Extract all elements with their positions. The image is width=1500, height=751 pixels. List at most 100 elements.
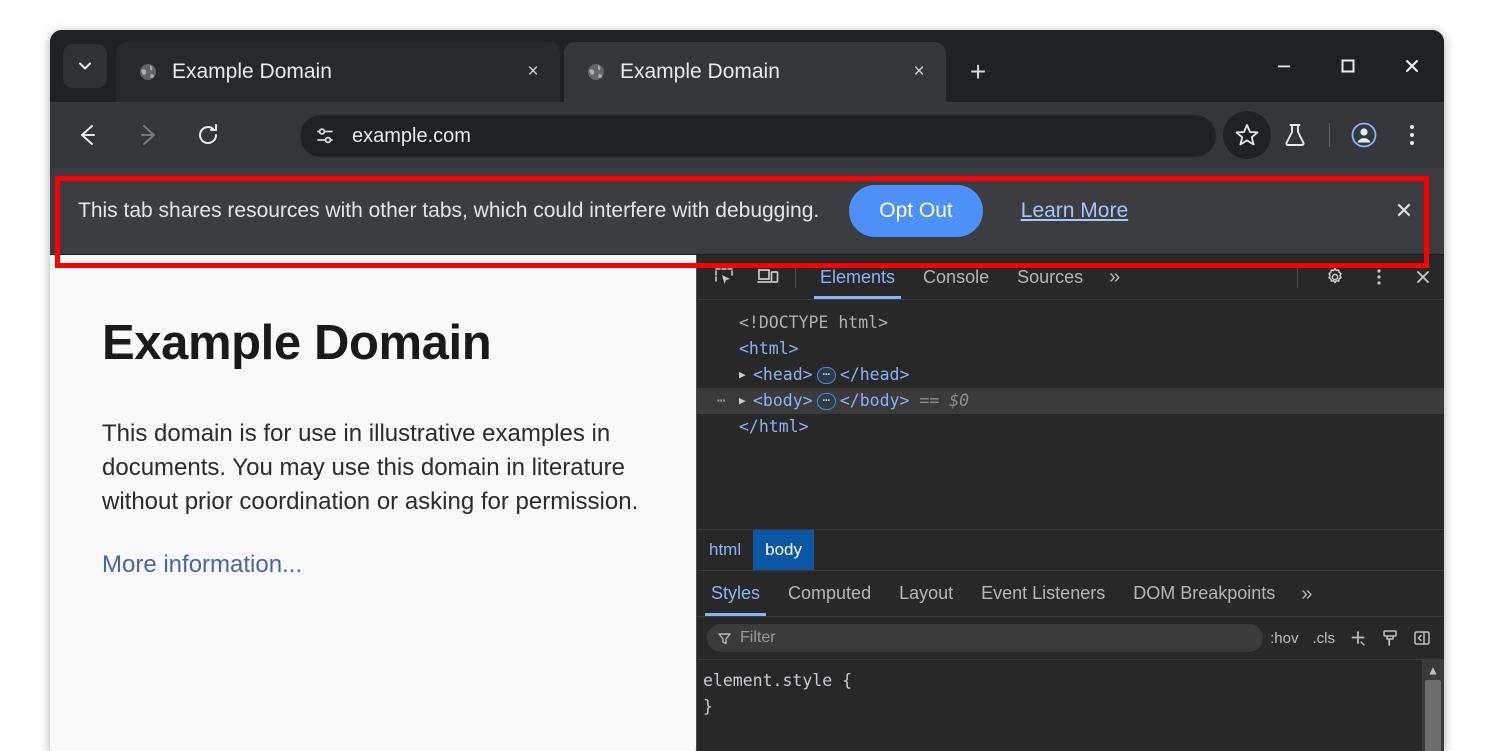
new-tab-button[interactable]: + bbox=[958, 52, 998, 92]
dom-row[interactable]: <!DOCTYPE html> bbox=[697, 310, 1444, 336]
opt-out-button[interactable]: Opt Out bbox=[849, 185, 983, 237]
dom-row-open-tag: <head> bbox=[753, 362, 813, 388]
element-classes-button[interactable] bbox=[1374, 624, 1406, 652]
computed-sidebar-toggle-button[interactable] bbox=[1406, 624, 1438, 652]
page-viewport: Example Domain This domain is for use in… bbox=[50, 255, 696, 751]
device-toolbar-button[interactable] bbox=[751, 262, 785, 292]
tab-item-1[interactable]: Example Domain × bbox=[116, 42, 560, 102]
toolbar-actions bbox=[1223, 102, 1436, 168]
globe-icon bbox=[586, 62, 606, 82]
cls-button[interactable]: .cls bbox=[1306, 624, 1343, 652]
breadcrumb: html body bbox=[697, 529, 1444, 570]
styles-filter-input[interactable]: Filter bbox=[707, 624, 1263, 652]
gear-icon bbox=[1325, 267, 1345, 287]
devtools-close-button[interactable] bbox=[1406, 262, 1440, 292]
dom-row[interactable]: <html> bbox=[697, 336, 1444, 362]
forward-button[interactable] bbox=[126, 113, 170, 157]
profile-button[interactable] bbox=[1340, 111, 1388, 159]
account-icon bbox=[1350, 121, 1378, 149]
learn-more-link[interactable]: Learn More bbox=[1021, 199, 1128, 223]
infobar-message: This tab shares resources with other tab… bbox=[78, 199, 819, 223]
expand-arrow-icon[interactable]: ▶ bbox=[739, 388, 753, 414]
three-dot-icon bbox=[1376, 267, 1382, 287]
dom-row-gutter[interactable]: ⋯ bbox=[717, 388, 739, 414]
devtools-tab-label: Sources bbox=[1017, 267, 1083, 287]
bookmark-button[interactable] bbox=[1223, 111, 1271, 159]
tab-close-button[interactable]: × bbox=[520, 59, 546, 85]
expand-ellipsis-badge[interactable]: ⋯ bbox=[817, 367, 836, 384]
expand-arrow-icon[interactable]: ▶ bbox=[739, 362, 753, 388]
devtools-tab-label: Elements bbox=[820, 267, 895, 287]
styles-filter-placeholder: Filter bbox=[740, 629, 776, 647]
chevron-down-icon bbox=[75, 56, 95, 76]
devtools-toolbar: Elements Console Sources » bbox=[697, 255, 1444, 300]
devtools-more-tabs-button[interactable]: » bbox=[1097, 255, 1132, 299]
dom-row[interactable]: </html> bbox=[697, 414, 1444, 440]
tab-styles[interactable]: Styles bbox=[697, 571, 774, 616]
tab-label: Styles bbox=[711, 583, 760, 603]
dom-row-head[interactable]: ▶ <head> ⋯ </head> bbox=[697, 362, 1444, 388]
plus-icon: + bbox=[970, 56, 986, 88]
devtools-infobar: This tab shares resources with other tab… bbox=[50, 168, 1444, 255]
screenshot-root: Example Domain × Example Domain × + bbox=[0, 0, 1500, 751]
page-title: Example Domain bbox=[102, 315, 696, 371]
devtools-tab-sources[interactable]: Sources bbox=[1003, 255, 1097, 299]
breadcrumb-item-html[interactable]: html bbox=[697, 530, 753, 570]
dom-row-open-tag: <body> bbox=[753, 388, 813, 414]
star-icon bbox=[1234, 122, 1260, 148]
tab-label: Event Listeners bbox=[981, 583, 1105, 603]
browser-window: Example Domain × Example Domain × + bbox=[50, 30, 1444, 751]
infobar-close-button[interactable]: ✕ bbox=[1388, 195, 1420, 227]
devtools-tab-label: Console bbox=[923, 267, 989, 287]
tab-layout[interactable]: Layout bbox=[885, 571, 967, 616]
address-bar-url: example.com bbox=[352, 125, 471, 148]
tab-item-2[interactable]: Example Domain × bbox=[564, 42, 946, 102]
new-style-rule-button[interactable] bbox=[1342, 624, 1374, 652]
sidebar-more-tabs-button[interactable]: » bbox=[1289, 572, 1324, 616]
close-window-button[interactable] bbox=[1380, 30, 1444, 102]
globe-icon bbox=[138, 62, 158, 82]
tab-search-button[interactable] bbox=[63, 44, 107, 88]
tab-label: Layout bbox=[899, 583, 953, 603]
styles-filter-bar: Filter :hov .cls bbox=[697, 616, 1444, 659]
devtools-toolbar-divider bbox=[795, 266, 796, 288]
style-rule-selector[interactable]: element.style { bbox=[703, 668, 1444, 694]
tab-label: DOM Breakpoints bbox=[1133, 583, 1275, 603]
styles-sidebar-tabs: Styles Computed Layout Event Listeners D… bbox=[697, 570, 1444, 616]
more-information-link[interactable]: More information... bbox=[102, 551, 302, 579]
styles-scrollbar[interactable]: ▲ bbox=[1422, 660, 1444, 751]
dom-row-text: <html> bbox=[739, 336, 799, 362]
labs-button[interactable] bbox=[1271, 111, 1319, 159]
scroll-up-arrow-icon[interactable]: ▲ bbox=[1429, 663, 1436, 677]
breadcrumb-item-body[interactable]: body bbox=[753, 530, 814, 570]
devtools-panel: Elements Console Sources » bbox=[696, 255, 1444, 751]
hov-button[interactable]: :hov bbox=[1263, 624, 1305, 652]
content-split: Example Domain This domain is for use in… bbox=[50, 255, 1444, 751]
maximize-button[interactable] bbox=[1316, 30, 1380, 102]
inspect-element-button[interactable] bbox=[707, 262, 741, 292]
tab-label: Computed bbox=[788, 583, 871, 603]
tune-icon[interactable] bbox=[312, 123, 338, 149]
browser-toolbar: example.com bbox=[50, 102, 1444, 168]
devtools-tab-console[interactable]: Console bbox=[909, 255, 1003, 299]
styles-pane[interactable]: element.style { } ▲ bbox=[697, 659, 1444, 751]
tab-dom-breakpoints[interactable]: DOM Breakpoints bbox=[1119, 571, 1289, 616]
tab-computed[interactable]: Computed bbox=[774, 571, 885, 616]
dom-row-body[interactable]: ⋯ ▶ <body> ⋯ </body> == $0 bbox=[697, 388, 1444, 414]
minimize-button[interactable] bbox=[1252, 30, 1316, 102]
devtools-tab-elements[interactable]: Elements bbox=[806, 255, 909, 299]
devtools-settings-button[interactable] bbox=[1318, 262, 1352, 292]
devtools-menu-button[interactable] bbox=[1362, 262, 1396, 292]
reload-button[interactable] bbox=[186, 113, 230, 157]
filter-funnel-icon bbox=[717, 631, 732, 646]
tab-close-button[interactable]: × bbox=[906, 59, 932, 85]
address-bar[interactable]: example.com bbox=[300, 115, 1216, 157]
tab-title: Example Domain bbox=[620, 60, 906, 84]
expand-ellipsis-badge[interactable]: ⋯ bbox=[817, 393, 836, 410]
page-paragraph: This domain is for use in illustrative e… bbox=[102, 417, 647, 519]
scrollbar-thumb[interactable] bbox=[1425, 680, 1441, 751]
tab-event-listeners[interactable]: Event Listeners bbox=[967, 571, 1119, 616]
back-button[interactable] bbox=[66, 113, 110, 157]
browser-menu-button[interactable] bbox=[1388, 111, 1436, 159]
dom-tree[interactable]: <!DOCTYPE html> <html> ▶ <head> ⋯ </head… bbox=[697, 300, 1444, 529]
